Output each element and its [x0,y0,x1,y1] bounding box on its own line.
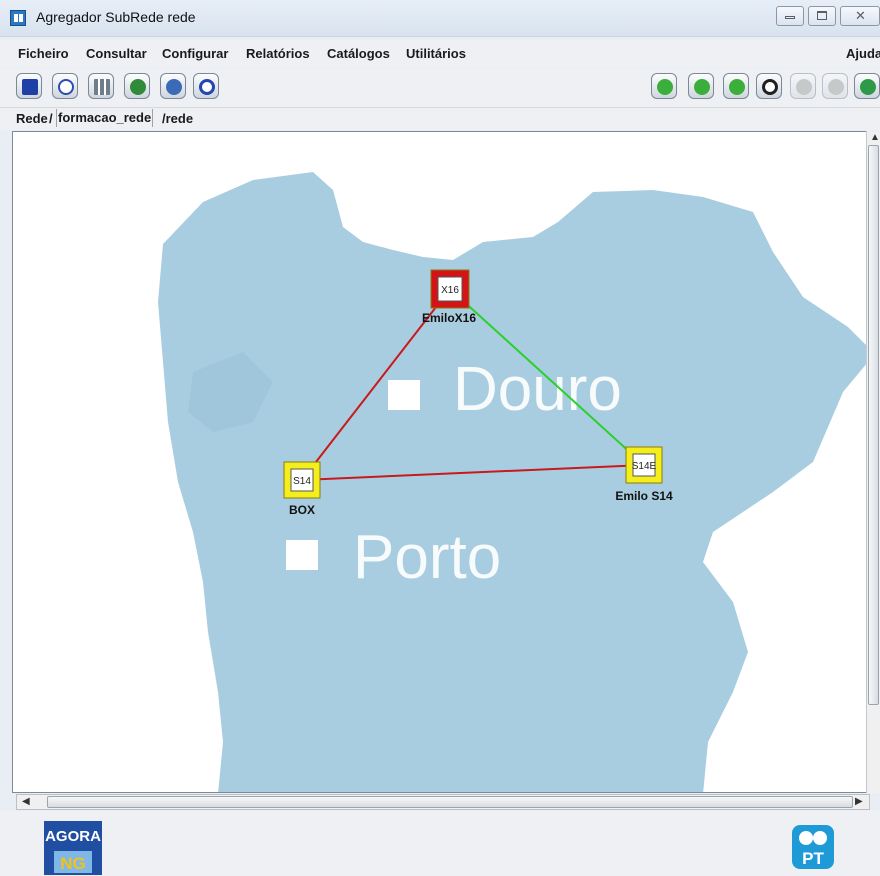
next-icon [729,79,745,95]
node-tag: S14 [293,476,311,487]
title-bar: Agregador SubRede rede ✕ [0,0,880,37]
zoom-in-button[interactable] [790,73,816,99]
scroll-right-icon[interactable]: ▶ [855,796,863,807]
search-button[interactable] [193,73,219,99]
previous-icon [694,79,710,95]
stop-icon [657,79,673,95]
previous-button[interactable] [688,73,714,99]
node-box[interactable]: S14 BOX [283,461,321,517]
horizontal-scroll-thumb[interactable] [47,796,853,808]
breadcrumb-current: /rede [162,111,194,126]
next-button[interactable] [723,73,749,99]
close-icon: ✕ [855,8,866,23]
zoom-out-button[interactable] [822,73,848,99]
breadcrumb: Rede / formacao_rede /rede [0,108,880,130]
vertical-scroll-thumb[interactable] [868,145,879,705]
agora-ng-logo: AGORA NG [44,821,102,875]
app-icon [10,10,26,26]
network-icon [94,79,110,95]
node-tag: S14E [632,461,657,472]
region-marker-douro [388,380,420,410]
route-icon [166,79,182,95]
zoom-in-icon [796,79,812,95]
menu-catalogos[interactable]: Catálogos [327,46,390,61]
network-map[interactable]: Douro Porto X16 EmiloX16 S14 BOX S14E Emilo S… [12,131,867,793]
pt-logo: PT [792,825,834,869]
breadcrumb-root[interactable]: Rede [16,111,48,126]
toolbar [0,69,880,108]
zoom-out-icon [828,79,844,95]
minimize-button[interactable] [776,6,804,26]
menu-configurar[interactable]: Configurar [162,46,228,61]
maximize-button[interactable] [808,6,836,26]
clock-icon [58,79,74,95]
menu-bar: Ficheiro Consultar Configurar Relatórios… [0,40,880,68]
close-button[interactable]: ✕ [840,6,880,26]
up-button[interactable] [756,73,782,99]
search-icon [199,79,215,95]
horizontal-scrollbar[interactable]: ◀ ▶ [16,794,870,810]
breadcrumb-separator: / [49,111,53,126]
scroll-left-icon[interactable]: ◀ [22,796,30,807]
menu-relatorios[interactable]: Relatórios [246,46,310,61]
menu-utilitarios[interactable]: Utilitários [406,46,466,61]
region-name-douro: Douro [453,355,622,424]
network-button[interactable] [88,73,114,99]
tree-icon [860,79,876,95]
globe-button[interactable] [124,73,150,99]
menu-consultar[interactable]: Consultar [86,46,147,61]
footer: AGORA NG PT [0,811,880,876]
region-name-porto: Porto [353,523,501,592]
up-icon [762,79,778,95]
tree-button[interactable] [854,73,880,99]
vertical-scrollbar[interactable]: ▲ [866,131,880,793]
node-tag: X16 [441,285,459,296]
globe-icon [130,79,146,95]
region-marker-porto [286,540,318,570]
breadcrumb-middle[interactable]: formacao_rede [56,109,154,127]
menu-ficheiro[interactable]: Ficheiro [18,46,69,61]
svg-text:AGORA: AGORA [45,828,101,845]
save-button[interactable] [16,73,42,99]
node-label: BOX [289,503,315,517]
stop-button[interactable] [651,73,677,99]
node-label: EmiloX16 [422,311,476,325]
svg-text:NG: NG [60,854,86,873]
map-canvas: Douro Porto X16 EmiloX16 S14 BOX S14E Emilo S… [13,132,866,792]
scroll-up-icon[interactable]: ▲ [870,132,880,143]
history-button[interactable] [52,73,78,99]
node-label: Emilo S14 [615,489,673,503]
svg-text:PT: PT [802,849,824,868]
save-icon [22,79,38,95]
window-title: Agregador SubRede rede [36,9,196,25]
route-button[interactable] [160,73,186,99]
menu-ajuda[interactable]: Ajuda [846,46,880,61]
